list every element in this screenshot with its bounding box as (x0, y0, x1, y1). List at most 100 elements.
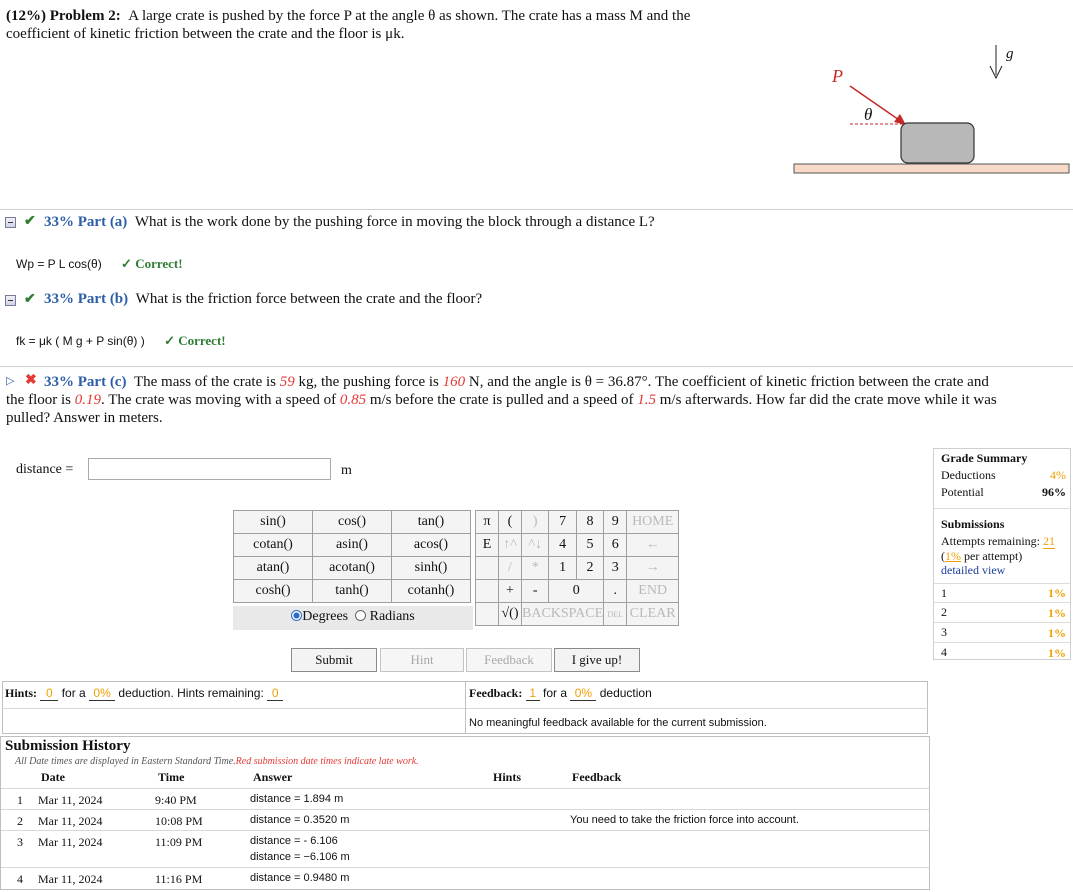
grade-summary-panel: Grade Summary Deductions 4% Potential 96… (933, 448, 1071, 660)
sqrt-button[interactable]: √() (498, 602, 522, 626)
part-a-header: 33% Part (a) What is the work done by th… (44, 214, 655, 231)
collapse-part-b-button[interactable] (5, 295, 16, 306)
angle-mode-selector: Degrees Radians (233, 606, 473, 630)
plus-button[interactable]: + (498, 579, 522, 603)
collapse-part-a-button[interactable] (5, 217, 16, 228)
crate-shape (900, 122, 975, 164)
part-a-percent: 33% Part (a) (44, 214, 128, 230)
submission-history-panel: Submission History All Date times are di… (0, 736, 930, 890)
feedback-count: 1 (525, 686, 540, 701)
exp-button[interactable]: E (475, 533, 499, 557)
atan-button[interactable]: atan() (233, 556, 313, 580)
cotan-button[interactable]: cotan() (233, 533, 313, 557)
degrees-label: Degrees (302, 609, 349, 624)
problem-label: (12%) Problem 2: (6, 8, 121, 24)
digit-5-button[interactable]: 5 (575, 533, 605, 557)
open-paren-button[interactable]: ( (498, 510, 522, 534)
part-a-status: ✓ Correct! (121, 256, 183, 271)
del-button[interactable]: DEL (603, 602, 628, 626)
part-b-percent: 33% Part (b) (44, 291, 129, 307)
clear-button[interactable]: CLEAR (626, 602, 680, 626)
decimal-button[interactable]: . (603, 579, 628, 603)
left-arrow-button[interactable]: ← (626, 533, 680, 557)
digit-6-button[interactable]: 6 (603, 533, 628, 557)
end-button[interactable]: END (626, 579, 680, 603)
divide-button[interactable]: / (498, 556, 522, 580)
part-c-percent: 33% Part (c) (44, 374, 127, 390)
submissions-title: Submissions (941, 517, 1005, 531)
digit-4-button[interactable]: 4 (548, 533, 577, 557)
cos-button[interactable]: cos() (312, 510, 392, 534)
table-row: 4 Mar 11, 2024 11:16 PM distance = 0.948… (1, 867, 929, 889)
hint-button[interactable]: Hint (380, 648, 464, 672)
degrees-radio[interactable] (291, 610, 303, 621)
submit-button[interactable]: Submit (291, 648, 377, 672)
number-keypad: π ( ) 7 8 9 HOME E ↑^ ^↓ 4 5 6 ← / * 1 2… (475, 510, 680, 626)
problem-figure: P θ g (793, 45, 1070, 174)
digit-7-button[interactable]: 7 (548, 510, 577, 534)
acotan-button[interactable]: acotan() (312, 556, 392, 580)
speed-before-value: 0.85 (339, 392, 367, 408)
hints-remaining: 0 (267, 686, 284, 701)
feedback-message: No meaningful feedback available for the… (469, 717, 767, 729)
minus-button[interactable]: - (520, 579, 550, 603)
problem-text-1: A large crate is pushed by the force P a… (128, 8, 691, 24)
close-paren-button[interactable]: ) (520, 510, 550, 534)
sin-button[interactable]: sin() (233, 510, 313, 534)
force-value: 160 (442, 374, 466, 390)
cosh-button[interactable]: cosh() (233, 579, 313, 603)
distance-input[interactable] (88, 458, 331, 480)
backspace-button[interactable]: BACKSPACE (520, 602, 605, 626)
detailed-view-link[interactable]: detailed view (941, 563, 1005, 577)
history-note: All Date times are displayed in Eastern … (15, 756, 419, 767)
part-b-status: ✓ Correct! (164, 333, 226, 348)
part-b-answer: fk = μk ( M g + P sin(θ) ) ✓ Correct! (16, 333, 226, 349)
feedback-deduction-pct: 0% (570, 686, 597, 701)
tanh-button[interactable]: tanh() (312, 579, 392, 603)
radians-radio[interactable] (355, 610, 367, 621)
sinh-button[interactable]: sinh() (391, 556, 471, 580)
cotanh-button[interactable]: cotanh() (391, 579, 471, 603)
history-title: Submission History (5, 738, 131, 754)
potential-value: 96% (1042, 485, 1066, 499)
attempts-info: Attempts remaining: 21 (1% per attempt) … (941, 534, 1055, 577)
subscript-button[interactable]: ^↓ (520, 533, 550, 557)
multiply-button[interactable]: * (520, 556, 550, 580)
force-arrow-icon (849, 85, 903, 123)
feedback-button[interactable]: Feedback (466, 648, 552, 672)
speed-after-value: 1.5 (637, 392, 656, 408)
table-row: 1 Mar 11, 2024 9:40 PM distance = 1.894 … (1, 788, 929, 809)
divider (0, 209, 1073, 210)
problem-statement: (12%) Problem 2: A large crate is pushed… (6, 7, 1066, 43)
mu-value: 0.19 (74, 392, 101, 408)
digit-3-button[interactable]: 3 (603, 556, 628, 580)
function-keypad: sin() cos() tan() cotan() asin() acos() atan… (233, 510, 471, 603)
home-button[interactable]: HOME (626, 510, 680, 534)
digit-2-button[interactable]: 2 (575, 556, 605, 580)
mass-value: 59 (279, 374, 295, 390)
attempts-remaining: 21 (1042, 534, 1055, 549)
hints-deduction-pct: 0% (89, 686, 116, 701)
gravity-label: g (1006, 46, 1014, 62)
table-row: 3 Mar 11, 2024 11:09 PM distance = - 6.1… (1, 830, 929, 867)
feedback-line: Feedback: 1 for a 0% deduction (469, 686, 652, 701)
table-row: 2 Mar 11, 2024 10:08 PM distance = 0.352… (1, 809, 929, 830)
asin-button[interactable]: asin() (312, 533, 392, 557)
part-b-header: 33% Part (b) What is the friction force … (44, 291, 482, 308)
superscript-button[interactable]: ↑^ (498, 533, 522, 557)
tan-button[interactable]: tan() (391, 510, 471, 534)
digit-0-button[interactable]: 0 (548, 579, 605, 603)
digit-8-button[interactable]: 8 (575, 510, 605, 534)
digit-9-button[interactable]: 9 (603, 510, 628, 534)
give-up-button[interactable]: I give up! (554, 648, 640, 672)
part-a-question: What is the work done by the pushing for… (134, 214, 655, 230)
part-c-question: 33% Part (c) The mass of the crate is 59… (6, 374, 997, 426)
part-b-question: What is the friction force between the c… (135, 291, 483, 307)
right-arrow-button[interactable]: → (626, 556, 680, 580)
acos-button[interactable]: acos() (391, 533, 471, 557)
pi-button[interactable]: π (475, 510, 499, 534)
force-label: P (831, 66, 843, 86)
divider (0, 366, 1073, 367)
digit-1-button[interactable]: 1 (548, 556, 577, 580)
grade-summary-title: Grade Summary (941, 451, 1028, 465)
